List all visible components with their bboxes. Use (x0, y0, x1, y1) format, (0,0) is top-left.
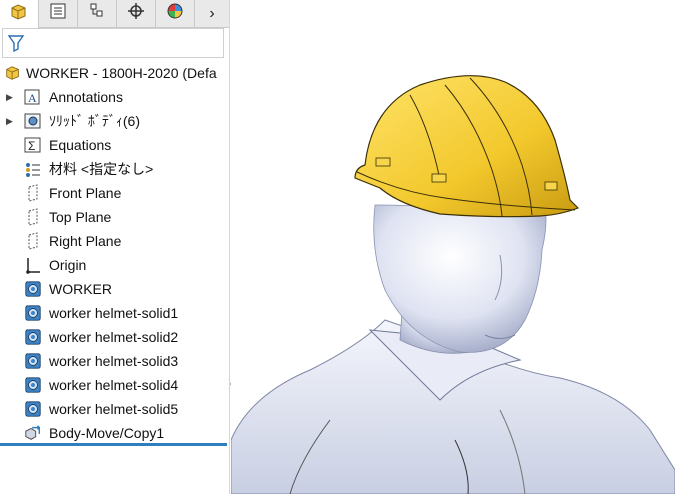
helmet (354, 75, 580, 218)
body-icon (24, 304, 42, 322)
svg-text:A: A (28, 91, 37, 105)
tree-root-item[interactable]: WORKER - 1800H-2020 (Defa (0, 61, 229, 85)
feature-manager-icon (9, 2, 29, 27)
feature-manager-panel: › WORKER - 1800H-2020 (Defa ▶ A Annotation… (0, 0, 230, 494)
tree-item-label: Origin (49, 257, 87, 273)
dimxpert-icon (127, 2, 145, 25)
tree-item[interactable]: ▶ ｿﾘｯﾄﾞ ﾎﾞﾃﾞｨ(6) (0, 109, 229, 133)
tab-dimxpert[interactable] (117, 0, 156, 27)
body-icon (24, 280, 42, 298)
body-icon (24, 328, 42, 346)
tab-display-manager[interactable] (156, 0, 195, 27)
tree-item-label: Equations (49, 137, 112, 153)
filter-box[interactable] (2, 28, 224, 58)
tree-item-label: Annotations (49, 89, 123, 105)
tree-item-label: Body-Move/Copy1 (49, 425, 165, 441)
more-tabs-button[interactable]: › (195, 0, 229, 27)
material-icon (24, 160, 42, 178)
expand-arrow-icon[interactable]: ▶ (6, 92, 13, 103)
body-icon (24, 400, 42, 418)
graphics-viewport[interactable] (231, 0, 675, 494)
tree-item-label: worker helmet-solid1 (49, 305, 179, 321)
move-copy-icon (24, 424, 42, 442)
annotations-icon: A (24, 88, 42, 106)
tree-item-label: WORKER (49, 281, 112, 297)
plane-icon (24, 208, 42, 226)
tree-item[interactable]: Σ Equations (0, 133, 229, 157)
tree-item-label: worker helmet-solid5 (49, 401, 179, 417)
body-icon (24, 376, 42, 394)
tree-item[interactable]: Body-Move/Copy1 (0, 421, 229, 445)
tree-item[interactable]: worker helmet-solid1 (0, 301, 229, 325)
tree-item[interactable]: Right Plane (0, 229, 229, 253)
equations-icon: Σ (24, 136, 42, 154)
part-icon (4, 64, 22, 82)
tree-item[interactable]: Top Plane (0, 205, 229, 229)
tree-item[interactable]: worker helmet-solid4 (0, 373, 229, 397)
configuration-manager-icon (88, 2, 106, 25)
tree-item-label: Top Plane (49, 209, 112, 225)
chevron-right-icon: › (209, 4, 215, 22)
tree-item-label: worker helmet-solid2 (49, 329, 179, 345)
tree-item[interactable]: ▶ A Annotations (0, 85, 229, 109)
svg-text:Σ: Σ (28, 139, 35, 153)
tab-configuration-manager[interactable] (78, 0, 117, 27)
property-manager-icon (49, 2, 67, 25)
plane-icon (24, 232, 42, 250)
tree-item[interactable]: worker helmet-solid2 (0, 325, 229, 349)
tree-item-label: Front Plane (49, 185, 122, 201)
tree-item-label: worker helmet-solid3 (49, 353, 179, 369)
tab-property-manager[interactable] (39, 0, 78, 27)
tree-item-label: Right Plane (49, 233, 122, 249)
panel-tabs: › (0, 0, 229, 28)
worker-model-render (231, 75, 675, 494)
tab-feature-manager[interactable] (0, 0, 39, 28)
tree-item[interactable]: Origin (0, 253, 229, 277)
tree-item-label: worker helmet-solid4 (49, 377, 179, 393)
tree-item-label: ｿﾘｯﾄﾞ ﾎﾞﾃﾞｨ(6) (49, 113, 140, 129)
expand-arrow-icon[interactable]: ▶ (6, 116, 13, 127)
rollback-bar[interactable] (0, 443, 227, 446)
tree-item[interactable]: 材料 <指定なし> (0, 157, 229, 181)
tree-item-label: 材料 <指定なし> (49, 161, 154, 177)
tree-item[interactable]: worker helmet-solid3 (0, 349, 229, 373)
filter-icon[interactable] (7, 34, 25, 57)
solid-bodies-icon (24, 112, 42, 130)
display-manager-icon (166, 2, 184, 25)
plane-icon (24, 184, 42, 202)
tree-root-label: WORKER - 1800H-2020 (Defa (26, 65, 217, 81)
tree-item[interactable]: worker helmet-solid5 (0, 397, 229, 421)
tree-item[interactable]: WORKER (0, 277, 229, 301)
body-icon (24, 352, 42, 370)
tree-item[interactable]: Front Plane (0, 181, 229, 205)
origin-icon (24, 256, 42, 274)
